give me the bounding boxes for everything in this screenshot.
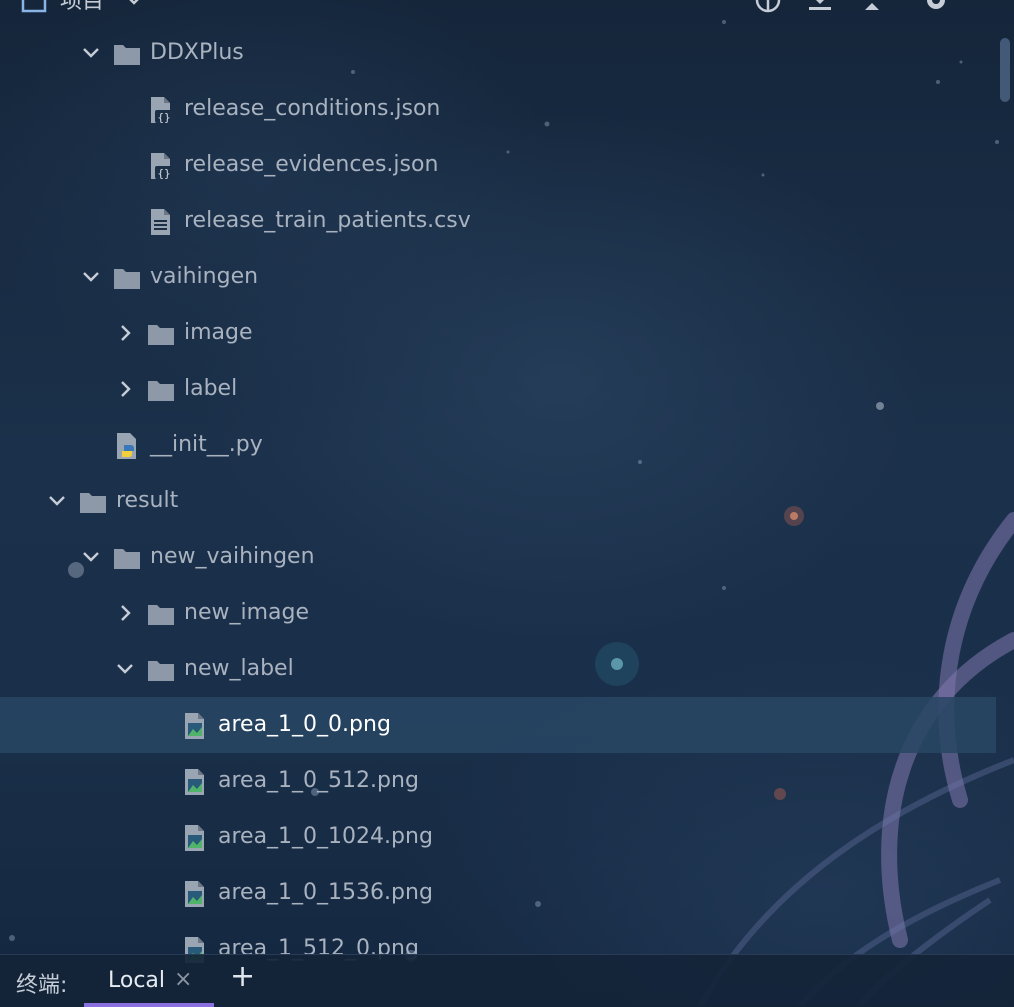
project-view-icon[interactable]: [20, 0, 48, 14]
tree-row[interactable]: result: [0, 473, 996, 529]
tree-item-label: release_train_patients.csv: [184, 208, 471, 233]
gear-icon[interactable]: [922, 0, 950, 14]
expand-icon[interactable]: [858, 0, 886, 14]
project-toolbar: 项目: [0, 0, 1014, 14]
tree-item-label: release_evidences.json: [184, 152, 439, 177]
terminal-title: 终端:: [16, 973, 68, 998]
tree-item-label: vaihingen: [150, 264, 259, 289]
svg-text:{}: {}: [157, 167, 170, 180]
tree-row[interactable]: release_train_patients.csv: [0, 193, 996, 249]
chevron-right-icon[interactable]: [114, 378, 136, 400]
text-file-icon: [151, 209, 170, 235]
tree-row[interactable]: DDXPlus: [0, 25, 996, 81]
tree-row[interactable]: {} release_conditions.json: [0, 81, 996, 137]
chevron-right-icon[interactable]: [114, 602, 136, 624]
chevron-down-icon[interactable]: [80, 546, 102, 568]
folder-icon: [148, 605, 174, 625]
tree-item-label: DDXPlus: [150, 40, 244, 65]
tree-row[interactable]: area_1_0_1536.png: [0, 865, 996, 921]
collapse-all-icon[interactable]: [806, 0, 834, 14]
tree-row[interactable]: area_1_0_0.png: [0, 697, 996, 753]
tree-item-label: new_label: [184, 656, 294, 681]
tree-item-label: release_conditions.json: [184, 96, 441, 121]
add-terminal-button[interactable]: +: [230, 962, 255, 992]
image-file-icon: [185, 881, 204, 907]
tree-row[interactable]: {} release_evidences.json: [0, 137, 996, 193]
json-file-icon: {}: [151, 97, 173, 124]
tree-item-label: image: [184, 320, 253, 345]
folder-icon: [114, 45, 140, 65]
active-tab-indicator: [84, 1003, 214, 1007]
chevron-down-icon[interactable]: [120, 0, 148, 14]
json-file-icon: {}: [151, 153, 173, 180]
target-icon[interactable]: [754, 0, 782, 14]
tree-item-label: area_1_0_1536.png: [218, 880, 433, 905]
tree-row[interactable]: new_vaihingen: [0, 529, 996, 585]
tree-row[interactable]: image: [0, 305, 996, 361]
chevron-down-icon[interactable]: [80, 266, 102, 288]
project-label[interactable]: 项目: [60, 0, 104, 14]
folder-icon: [148, 381, 174, 401]
svg-text:{}: {}: [157, 111, 170, 124]
terminal-tab-local[interactable]: Local ×: [84, 955, 214, 1007]
tree-item-label: new_image: [184, 600, 309, 625]
tree-item-label: area_1_0_512.png: [218, 768, 419, 793]
tree-row[interactable]: new_image: [0, 585, 996, 641]
folder-icon: [114, 269, 140, 289]
tree-row[interactable]: area_1_0_1024.png: [0, 809, 996, 865]
folder-icon: [148, 661, 174, 681]
image-file-icon: [185, 769, 204, 795]
scrollbar-thumb[interactable]: [1000, 38, 1010, 102]
folder-icon: [148, 325, 174, 345]
tree-item-label: label: [184, 376, 238, 401]
python-file-icon: [117, 433, 136, 459]
tree-item-label: __init__.py: [150, 432, 263, 457]
chevron-down-icon[interactable]: [46, 490, 68, 512]
image-file-icon: [185, 825, 204, 851]
tree-row[interactable]: vaihingen: [0, 249, 996, 305]
chevron-down-icon[interactable]: [80, 42, 102, 64]
chevron-down-icon[interactable]: [114, 658, 136, 680]
folder-icon: [114, 549, 140, 569]
folder-icon: [80, 493, 106, 513]
tree-row[interactable]: label: [0, 361, 996, 417]
image-file-icon: [185, 713, 204, 739]
tree-item-label: new_vaihingen: [150, 544, 315, 569]
tree-row[interactable]: new_label: [0, 641, 996, 697]
tree-item-label: area_1_0_1024.png: [218, 824, 433, 849]
tree-row[interactable]: area_1_0_512.png: [0, 753, 996, 809]
tree-item-label: result: [116, 488, 179, 513]
tree-row[interactable]: __init__.py: [0, 417, 996, 473]
terminal-bar: 终端: Local × +: [0, 954, 1014, 1007]
close-icon[interactable]: ×: [174, 967, 192, 992]
chevron-right-icon[interactable]: [114, 322, 136, 344]
tree-item-label: area_1_0_0.png: [218, 712, 391, 737]
terminal-tab-label: Local: [108, 968, 166, 993]
